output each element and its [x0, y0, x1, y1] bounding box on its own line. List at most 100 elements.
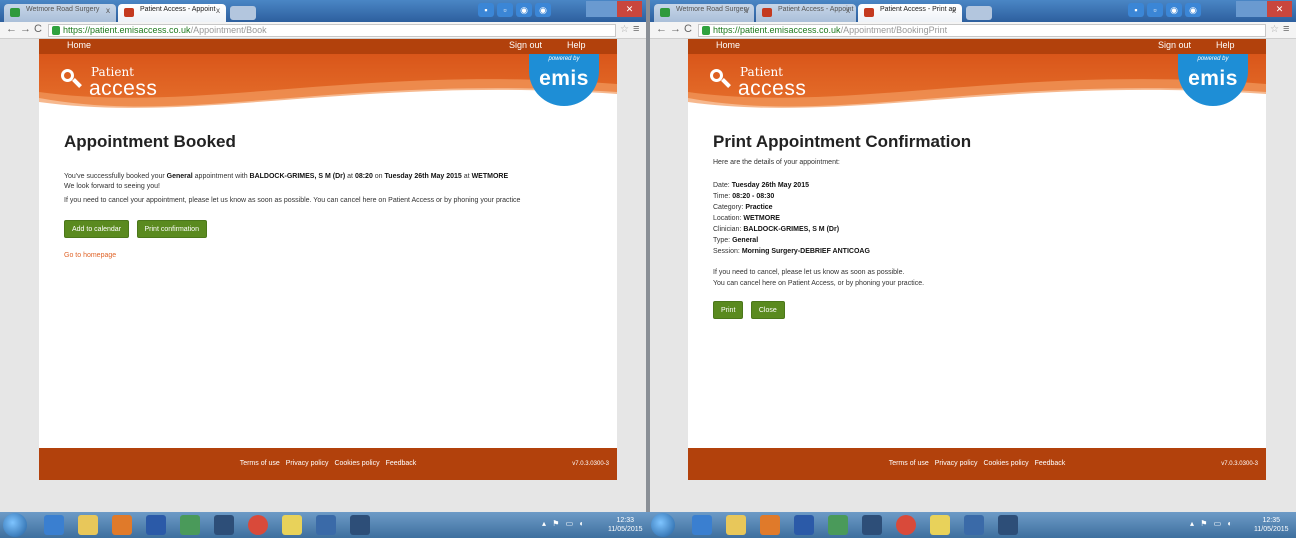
menu-icon[interactable]: ≡: [1283, 23, 1289, 35]
go-to-homepage-link[interactable]: Go to homepage: [64, 252, 602, 259]
close-tab-icon[interactable]: x: [952, 6, 956, 15]
tab-patient-access[interactable]: Patient Access - Appoint x: [756, 4, 856, 22]
start-button[interactable]: [651, 513, 675, 537]
tab-wetmore[interactable]: Wetmore Road Surgery x: [4, 4, 116, 22]
media-player-taskbar-icon[interactable]: [112, 515, 132, 535]
msg-text: You've successfully booked your: [64, 173, 167, 180]
back-arrow-icon[interactable]: ←: [6, 23, 17, 35]
page-title: Appointment Booked: [64, 132, 236, 151]
detail-label: Category:: [713, 204, 744, 211]
minimize-button[interactable]: [586, 1, 602, 17]
surgery-favicon-icon: [10, 8, 20, 17]
detail-label: Time:: [713, 193, 731, 200]
emis-web-taskbar-icon[interactable]: [316, 515, 336, 535]
site-footer: Terms of use Privacy policy Cookies poli…: [39, 448, 617, 480]
feedback-link[interactable]: Feedback: [1035, 460, 1066, 467]
new-tab-button[interactable]: [966, 6, 992, 20]
terms-link[interactable]: Terms of use: [240, 460, 280, 467]
clock-date: 11/05/2015: [608, 526, 643, 533]
ie-taskbar-icon[interactable]: [692, 515, 712, 535]
close-window-button[interactable]: ✕: [617, 1, 643, 17]
nav-sign-out-link[interactable]: Sign out: [509, 40, 542, 50]
top-nav: Home Sign out Help: [39, 39, 617, 54]
cookies-link[interactable]: Cookies policy: [334, 460, 379, 467]
chrome-taskbar-icon[interactable]: [248, 515, 268, 535]
nav-home-link[interactable]: Home: [716, 40, 740, 50]
back-arrow-icon[interactable]: ←: [656, 23, 667, 35]
new-tab-button[interactable]: [230, 6, 256, 20]
close-tab-icon[interactable]: x: [216, 6, 220, 15]
dm-taskbar-icon[interactable]: [998, 515, 1018, 535]
tab-print-appointment[interactable]: Patient Access - Print ap x: [858, 4, 962, 22]
feedback-link[interactable]: Feedback: [386, 460, 417, 467]
explorer-taskbar-icon[interactable]: [78, 515, 98, 535]
app-taskbar-icon[interactable]: [828, 515, 848, 535]
cookies-link[interactable]: Cookies policy: [983, 460, 1028, 467]
close-button[interactable]: Close: [750, 301, 785, 319]
folder-taskbar-icon[interactable]: [930, 515, 950, 535]
url-input[interactable]: https://patient.emisaccess.co.uk/Appoint…: [698, 24, 1266, 37]
taskbar-left: ▴ ⚑ ▭ ◐ 12:33 11/05/2015: [0, 512, 648, 538]
word-taskbar-icon[interactable]: [794, 515, 814, 535]
forward-arrow-icon[interactable]: →: [20, 23, 31, 35]
start-button[interactable]: [3, 513, 27, 537]
ie-taskbar-icon[interactable]: [44, 515, 64, 535]
tab-wetmore[interactable]: Wetmore Road Surgery x: [654, 4, 754, 22]
dm-taskbar-icon[interactable]: [862, 515, 882, 535]
detail-value: WETMORE: [743, 215, 780, 222]
bookmark-star-icon[interactable]: ☆: [620, 24, 629, 35]
detail-row: Location: WETMORE: [713, 213, 1251, 224]
tab-patient-access[interactable]: Patient Access - Appoint x: [118, 4, 226, 22]
url-input[interactable]: https://patient.emisaccess.co.uk/Appoint…: [48, 24, 616, 37]
emis-web-taskbar-icon[interactable]: [964, 515, 984, 535]
add-to-calendar-button[interactable]: Add to calendar: [64, 220, 130, 238]
system-tray-icons[interactable]: ▴ ⚑ ▭ ◐: [542, 519, 586, 528]
close-tab-icon[interactable]: x: [106, 6, 110, 15]
app-taskbar-icon[interactable]: [180, 515, 200, 535]
tray-app-icon[interactable]: ▪: [1128, 3, 1144, 17]
close-window-button[interactable]: ✕: [1267, 1, 1293, 17]
tray-app-icon[interactable]: ◉: [1166, 3, 1182, 17]
forward-arrow-icon[interactable]: →: [670, 23, 681, 35]
media-player-taskbar-icon[interactable]: [760, 515, 780, 535]
patient-access-favicon-icon: [762, 8, 772, 17]
terms-link[interactable]: Terms of use: [889, 460, 929, 467]
detail-value: 08:20 - 08:30: [732, 193, 775, 200]
word-taskbar-icon[interactable]: [146, 515, 166, 535]
privacy-link[interactable]: Privacy policy: [286, 460, 329, 467]
nav-help-link[interactable]: Help: [1216, 40, 1235, 50]
maximize-button[interactable]: [1251, 1, 1268, 17]
print-confirmation-button[interactable]: Print confirmation: [136, 220, 207, 238]
tray-app-icon[interactable]: ▫: [497, 3, 513, 17]
taskbar-right: ▴ ⚑ ▭ ◐ 12:35 11/05/2015: [648, 512, 1296, 538]
system-tray-icons[interactable]: ▴ ⚑ ▭ ◐: [1190, 519, 1234, 528]
dm-taskbar-icon[interactable]: [214, 515, 234, 535]
tray-app-icon[interactable]: ◉: [1185, 3, 1201, 17]
taskbar-clock[interactable]: 12:33 11/05/2015: [608, 516, 643, 534]
tray-app-icon[interactable]: ▪: [478, 3, 494, 17]
reload-icon[interactable]: C: [684, 23, 692, 35]
taskbar-clock[interactable]: 12:35 11/05/2015: [1254, 516, 1289, 534]
tray-app-icon[interactable]: ▫: [1147, 3, 1163, 17]
close-tab-icon[interactable]: x: [744, 6, 748, 15]
maximize-button[interactable]: [601, 1, 618, 17]
dm-taskbar-icon[interactable]: [350, 515, 370, 535]
url-path: /Appointment/BookingPrint: [840, 25, 948, 35]
nav-help-link[interactable]: Help: [567, 40, 586, 50]
folder-taskbar-icon[interactable]: [282, 515, 302, 535]
explorer-taskbar-icon[interactable]: [726, 515, 746, 535]
detail-value: Tuesday 26th May 2015: [731, 182, 809, 189]
tray-app-icon[interactable]: ◉: [516, 3, 532, 17]
minimize-button[interactable]: [1236, 1, 1252, 17]
nav-sign-out-link[interactable]: Sign out: [1158, 40, 1191, 50]
close-tab-icon[interactable]: x: [846, 6, 850, 15]
bookmark-star-icon[interactable]: ☆: [1270, 24, 1279, 35]
menu-icon[interactable]: ≡: [633, 23, 639, 35]
nav-home-link[interactable]: Home: [67, 40, 91, 50]
header-banner: Patient access powered by emis: [39, 54, 617, 118]
reload-icon[interactable]: C: [34, 23, 42, 35]
tray-app-icon[interactable]: ◉: [535, 3, 551, 17]
chrome-taskbar-icon[interactable]: [896, 515, 916, 535]
privacy-link[interactable]: Privacy policy: [935, 460, 978, 467]
print-button[interactable]: Print: [713, 301, 744, 319]
